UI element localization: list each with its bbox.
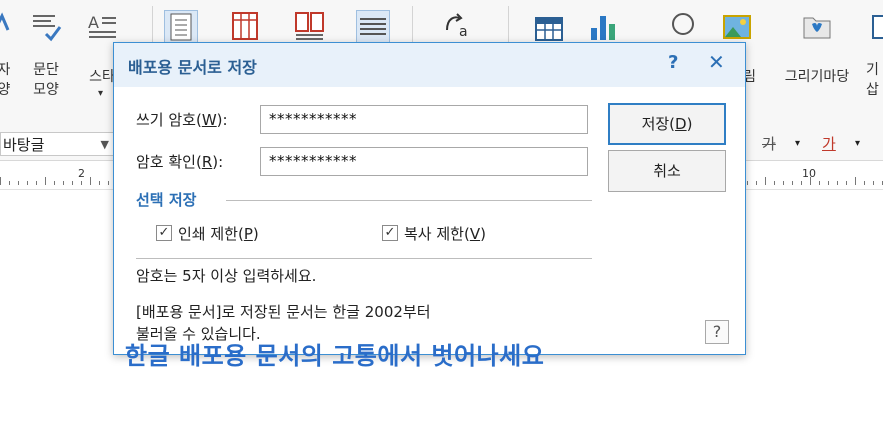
ribbon-paragraph-shape-label: 문단 모양 — [33, 62, 59, 98]
confirm-password-input[interactable]: *********** — [260, 147, 588, 176]
strikethrough-button[interactable]: 가 — [762, 132, 776, 156]
ruler-tick — [9, 181, 10, 185]
ribbon-more[interactable]: 기 삽 — [866, 0, 883, 118]
ribbon-drawing-label: 그리기마당 — [784, 69, 850, 85]
char-shape-icon — [0, 12, 10, 31]
shapes-icon — [672, 13, 694, 35]
columns-icon — [295, 12, 324, 40]
ruler-tick — [864, 181, 865, 185]
compat-note-line1: [배포용 문서]로 저장된 문서는 한글 2002부터 — [136, 303, 431, 321]
ruler-tick — [792, 181, 793, 185]
ruler-tick — [810, 177, 811, 185]
write-password-input[interactable]: *********** — [260, 105, 588, 134]
chevron-down-icon: ▼ — [100, 138, 109, 151]
font-color-button[interactable]: 가 — [822, 132, 836, 156]
ruler-tick — [846, 181, 847, 185]
ribbon-more-label: 기 삽 — [866, 62, 879, 98]
ruler-tick — [828, 181, 829, 185]
cancel-button[interactable]: 취소 — [608, 150, 726, 192]
print-restrict-label[interactable]: 인쇄 제한(P) — [178, 223, 259, 244]
ruler-tick — [756, 181, 757, 185]
ruler-tick — [0, 177, 1, 185]
print-restrict-checkbox[interactable]: ✓ — [156, 225, 172, 241]
picture-icon — [723, 15, 751, 39]
lines-icon — [356, 10, 390, 44]
ruler-tick — [855, 177, 856, 185]
dialog-title: 배포용 문서로 저장 — [128, 58, 257, 77]
drawing-folder-icon — [803, 17, 831, 39]
promo-caption: 한글 배포용 문서의 고통에서 벗어나세요 — [125, 342, 545, 370]
ruler-tick — [783, 181, 784, 185]
ruler-tick — [873, 181, 874, 185]
section-divider — [226, 200, 592, 201]
ruler-tick — [45, 177, 46, 185]
font-name-value: 바탕글 — [3, 136, 45, 154]
ruler-tick — [108, 181, 109, 185]
ruler-tick — [747, 181, 748, 185]
style-dropdown-icon[interactable]: ▾ — [98, 88, 103, 99]
ruler-tick — [81, 181, 82, 185]
write-password-label: 쓰기 암호(W): — [136, 111, 228, 129]
help-button[interactable]: ? — [705, 320, 729, 344]
text-rotate-icon: a — [446, 13, 468, 40]
ruler-tick — [819, 181, 820, 185]
dialog-titlebar[interactable]: 배포용 문서로 저장 ? ✕ — [114, 43, 745, 87]
ruler-tick — [837, 181, 838, 185]
ruler-tick — [801, 181, 802, 185]
chevron-down-icon[interactable]: ▾ — [855, 132, 860, 156]
section-title: 선택 저장 — [136, 191, 197, 209]
font-name-select[interactable]: 바탕글 ▼ — [0, 132, 114, 156]
table-icon — [535, 17, 563, 41]
confirm-password-label: 암호 확인(R): — [136, 153, 224, 171]
style-icon: A — [88, 13, 116, 38]
ruler-number: 2 — [78, 167, 85, 180]
table-page-icon — [232, 12, 258, 40]
page-icon — [164, 10, 198, 44]
paragraph-shape-icon — [33, 15, 62, 42]
close-icon[interactable]: ✕ — [708, 50, 725, 74]
ruler-tick — [99, 181, 100, 185]
copy-restrict-label[interactable]: 복사 제한(V) — [404, 223, 486, 244]
ribbon-char-shape[interactable]: 자 양 — [0, 0, 22, 118]
svg-text:a: a — [459, 24, 468, 40]
help-icon[interactable]: ? — [668, 52, 678, 73]
ruler-number: 10 — [802, 167, 816, 180]
ruler-tick — [27, 181, 28, 185]
ruler-tick — [18, 181, 19, 185]
ruler-tick — [63, 181, 64, 185]
ruler-tick — [774, 181, 775, 185]
svg-text:A: A — [88, 13, 99, 32]
password-hint: 암호는 5자 이상 입력하세요. — [136, 267, 317, 285]
more-icon — [872, 15, 883, 39]
copy-restrict-checkbox[interactable]: ✓ — [382, 225, 398, 241]
save-button[interactable]: 저장(D) — [608, 103, 726, 145]
divider — [136, 258, 592, 259]
ruler-tick — [765, 177, 766, 185]
chart-icon — [591, 16, 615, 40]
ruler-tick — [72, 181, 73, 185]
ribbon-paragraph-shape[interactable]: 문단 모양 — [24, 0, 68, 118]
ribbon-drawing[interactable]: 그리기마당 — [772, 0, 862, 118]
ruler-tick — [90, 177, 91, 185]
ruler-tick — [36, 181, 37, 185]
save-distribution-dialog: 배포용 문서로 저장 ? ✕ 쓰기 암호(W): *********** 암호 … — [113, 42, 746, 355]
ribbon-char-shape-label: 자 양 — [0, 62, 11, 98]
ruler-tick — [54, 181, 55, 185]
chevron-down-icon[interactable]: ▾ — [795, 132, 800, 156]
